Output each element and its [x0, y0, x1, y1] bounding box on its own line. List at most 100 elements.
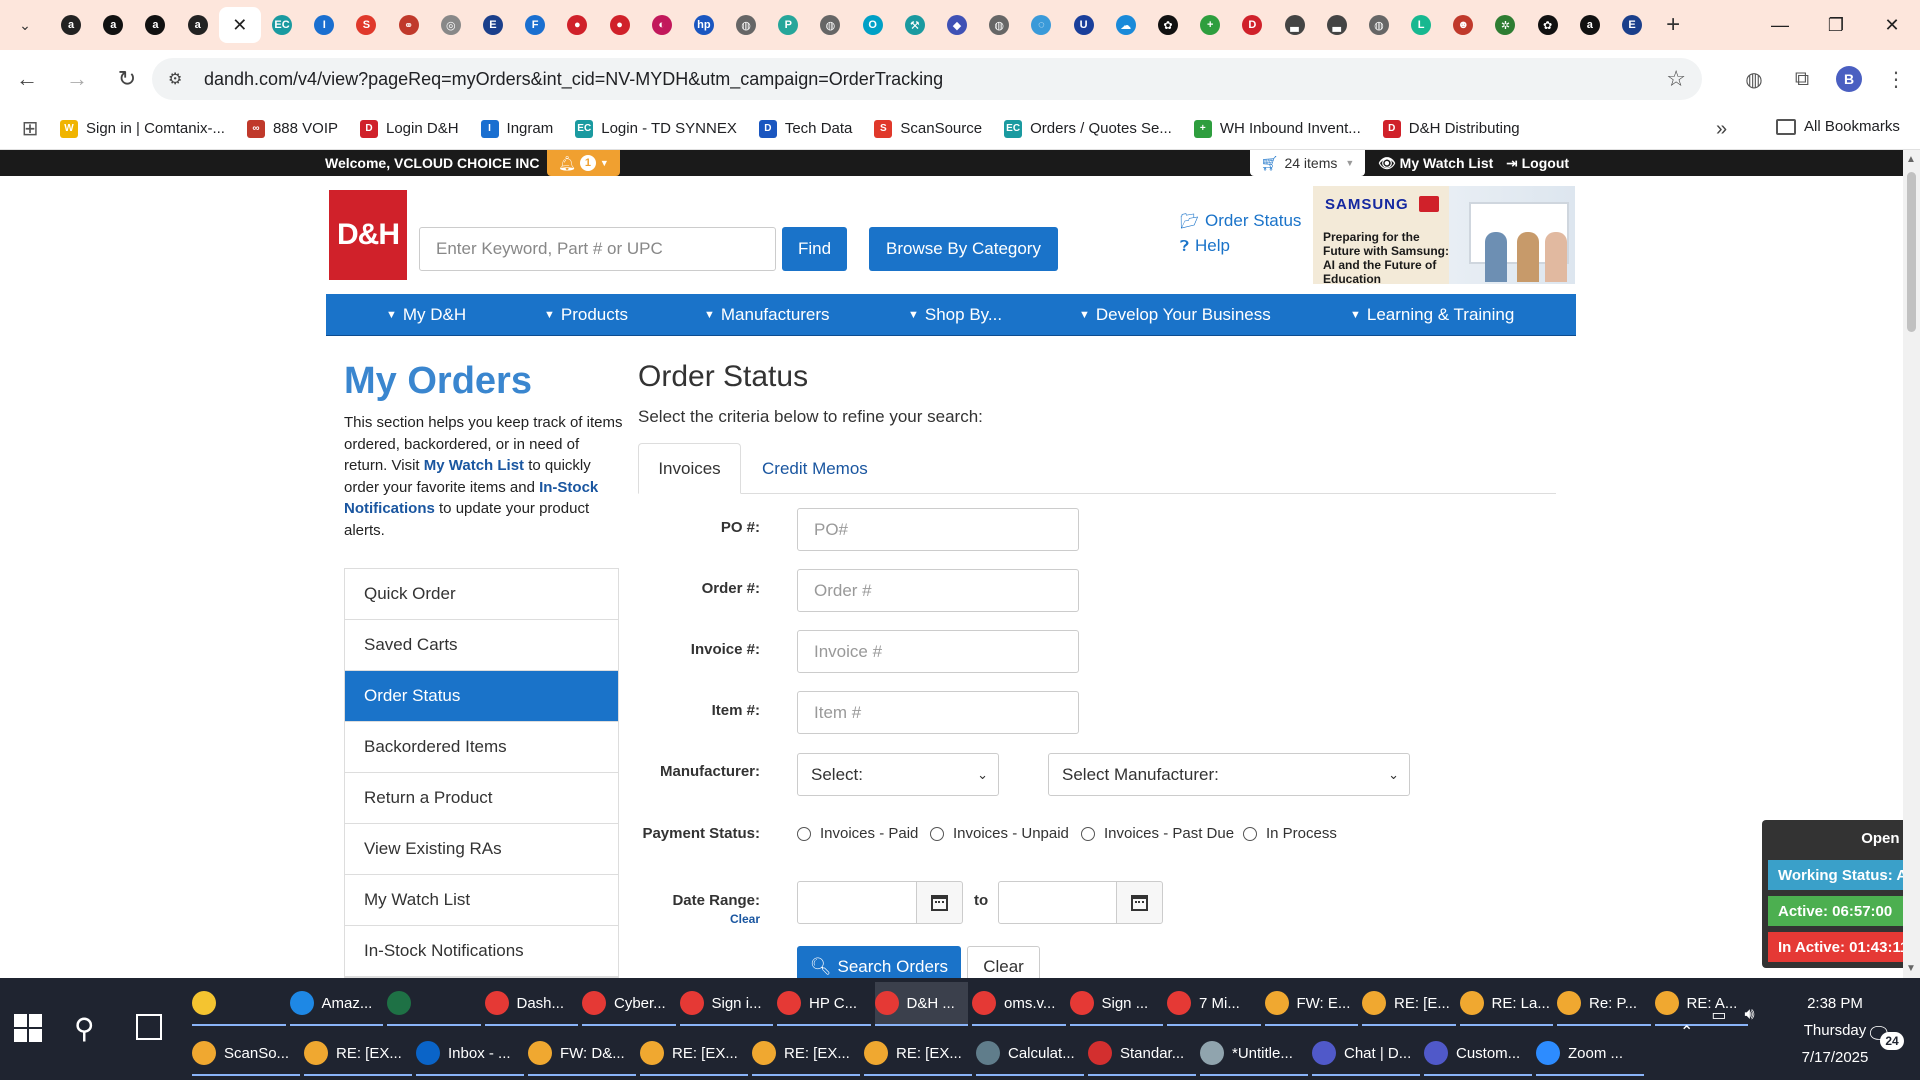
- clear-button[interactable]: Clear: [967, 946, 1040, 978]
- invoice-input[interactable]: [797, 630, 1079, 673]
- browser-tab[interactable]: ▃: [1316, 7, 1358, 43]
- apps-grid-icon[interactable]: ⊞: [0, 116, 60, 141]
- restore-icon[interactable]: ❐: [1808, 0, 1864, 50]
- browser-tab[interactable]: a: [50, 7, 92, 43]
- page-scrollbar[interactable]: ▲ ▼: [1903, 150, 1920, 978]
- taskbar-item[interactable]: [387, 982, 481, 1026]
- sidebar-item[interactable]: In-Stock Notifications: [345, 926, 618, 977]
- forward-icon[interactable]: →: [54, 56, 100, 102]
- browser-tab[interactable]: ⚭: [388, 7, 430, 43]
- browser-tab[interactable]: a: [1569, 7, 1611, 43]
- scroll-up-icon[interactable]: ▲: [1906, 154, 1916, 165]
- taskbar-item[interactable]: Sign ...: [1069, 982, 1163, 1026]
- scroll-down-icon[interactable]: ▼: [1906, 963, 1916, 974]
- taskbar-item[interactable]: Dash...: [484, 982, 578, 1026]
- browser-tab[interactable]: ✿: [1147, 7, 1189, 43]
- browser-tab[interactable]: ◐: [641, 7, 683, 43]
- nav-item[interactable]: ▼ Develop Your Business: [1079, 305, 1271, 325]
- browser-tab[interactable]: ☻: [1442, 7, 1484, 43]
- tab-credit-memos[interactable]: Credit Memos: [762, 443, 868, 494]
- minimize-icon[interactable]: —: [1752, 0, 1808, 50]
- bookmark-item[interactable]: I Ingram: [480, 119, 553, 138]
- browser-tab[interactable]: ✲: [1484, 7, 1526, 43]
- po-input[interactable]: [797, 508, 1079, 551]
- bookmark-item[interactable]: S ScanSource: [874, 119, 982, 138]
- taskbar-item[interactable]: Inbox - ...: [416, 1032, 524, 1076]
- browser-tab[interactable]: F: [514, 7, 556, 43]
- browser-tab[interactable]: D: [1231, 7, 1273, 43]
- manufacturer-type-select[interactable]: Select: ⌄: [797, 753, 999, 796]
- taskbar-item[interactable]: Re: P...: [1557, 982, 1651, 1026]
- taskbar-item[interactable]: RE: [EX...: [864, 1032, 972, 1076]
- start-windows-icon[interactable]: [14, 1014, 42, 1042]
- date-from-calendar-button[interactable]: [916, 881, 963, 924]
- sidebar-item[interactable]: Quick Order: [345, 569, 618, 620]
- cart-button[interactable]: 🛒︎ 24 items ▼: [1250, 150, 1365, 176]
- browser-tab[interactable]: ◍: [978, 7, 1020, 43]
- taskbar-item[interactable]: Zoom ...: [1536, 1032, 1644, 1076]
- bookmark-star-icon[interactable]: ☆: [1666, 66, 1686, 92]
- browser-tab[interactable]: S: [345, 7, 387, 43]
- volume-icon[interactable]: 🔊︎: [1745, 1006, 1755, 1024]
- chevron-up-icon[interactable]: ⌃: [1680, 1022, 1693, 1042]
- extensions-icon[interactable]: ⧉: [1778, 68, 1826, 91]
- browser-tab[interactable]: EC: [261, 7, 303, 43]
- browser-tab[interactable]: hp: [683, 7, 725, 43]
- find-button[interactable]: Find: [782, 227, 847, 271]
- browser-tab[interactable]: ⚒: [894, 7, 936, 43]
- taskbar-item[interactable]: FW: D&...: [528, 1032, 636, 1076]
- close-window-icon[interactable]: ✕: [1864, 0, 1920, 50]
- taskbar-item[interactable]: 7 Mi...: [1167, 982, 1261, 1026]
- radio-in-process[interactable]: In Process: [1243, 825, 1337, 842]
- browser-tab[interactable]: ✿: [1527, 7, 1569, 43]
- browser-tab[interactable]: P: [767, 7, 809, 43]
- nav-item[interactable]: ▼ My D&H: [386, 305, 466, 325]
- browser-tab[interactable]: ☁: [1105, 7, 1147, 43]
- bookmark-item[interactable]: W Sign in | Comtanix-...: [60, 119, 225, 138]
- taskbar-item[interactable]: FW: E...: [1264, 982, 1358, 1026]
- browser-tab[interactable]: ◆: [936, 7, 978, 43]
- nav-item[interactable]: ▼ Manufacturers: [704, 305, 830, 325]
- date-to-input[interactable]: [998, 881, 1121, 924]
- site-info-icon[interactable]: ⚙: [168, 69, 196, 89]
- manufacturer-select[interactable]: Select Manufacturer: ⌄: [1048, 753, 1410, 796]
- taskbar-item[interactable]: Sign i...: [679, 982, 773, 1026]
- status-widget[interactable]: Open A Working Status: Acti Active: 06:5…: [1762, 820, 1903, 968]
- task-view-icon[interactable]: [136, 1014, 162, 1040]
- taskbar-item[interactable]: RE: [EX...: [640, 1032, 748, 1076]
- nav-item[interactable]: ▼ Learning & Training: [1350, 305, 1514, 325]
- watch-list-link[interactable]: 👁︎ My Watch List: [1378, 155, 1493, 172]
- taskbar-item[interactable]: RE: La...: [1459, 982, 1553, 1026]
- browser-tab[interactable]: +: [1189, 7, 1231, 43]
- taskbar-search-icon[interactable]: ⚲: [74, 1012, 95, 1045]
- browser-tab[interactable]: ◍: [725, 7, 767, 43]
- scroll-thumb[interactable]: [1907, 172, 1916, 332]
- tab-invoices[interactable]: Invoices: [638, 443, 741, 494]
- taskbar-item[interactable]: oms.v...: [972, 982, 1066, 1026]
- browser-tab[interactable]: a: [177, 7, 219, 43]
- sidebar-item[interactable]: Return a Product: [345, 773, 618, 824]
- browse-by-category-button[interactable]: Browse By Category: [869, 227, 1058, 271]
- radio-invoices-past-due[interactable]: Invoices - Past Due: [1081, 825, 1234, 842]
- browser-tab[interactable]: L: [1400, 7, 1442, 43]
- taskbar-item[interactable]: Chat | D...: [1312, 1032, 1420, 1076]
- search-orders-button[interactable]: 🔍︎ Search Orders: [797, 946, 961, 978]
- taskbar-item[interactable]: Amaz...: [289, 982, 383, 1026]
- widget-header[interactable]: Open A: [1762, 830, 1903, 847]
- site-search-input[interactable]: [419, 227, 776, 271]
- browser-tab[interactable]: a: [92, 7, 134, 43]
- browser-tab[interactable]: ◌: [1020, 7, 1062, 43]
- taskbar-item[interactable]: Calculat...: [976, 1032, 1084, 1076]
- profile-avatar[interactable]: B: [1836, 66, 1862, 92]
- sidebar-item[interactable]: View Existing RAs: [345, 824, 618, 875]
- browser-tab[interactable]: ▃: [1273, 7, 1315, 43]
- taskbar-item[interactable]: D&H ...: [874, 982, 968, 1026]
- taskbar-item[interactable]: RE: [E...: [1362, 982, 1456, 1026]
- taskbar-item[interactable]: *Untitle...: [1200, 1032, 1308, 1076]
- radio-invoices-paid[interactable]: Invoices - Paid: [797, 825, 918, 842]
- notifications-button[interactable]: 🔔︎ 1 ▼: [547, 150, 620, 176]
- taskbar-item[interactable]: [192, 982, 286, 1026]
- bookmark-item[interactable]: EC Login - TD SYNNEX: [575, 119, 737, 138]
- sidebar-item[interactable]: Backordered Items: [345, 722, 618, 773]
- browser-tab[interactable]: O: [852, 7, 894, 43]
